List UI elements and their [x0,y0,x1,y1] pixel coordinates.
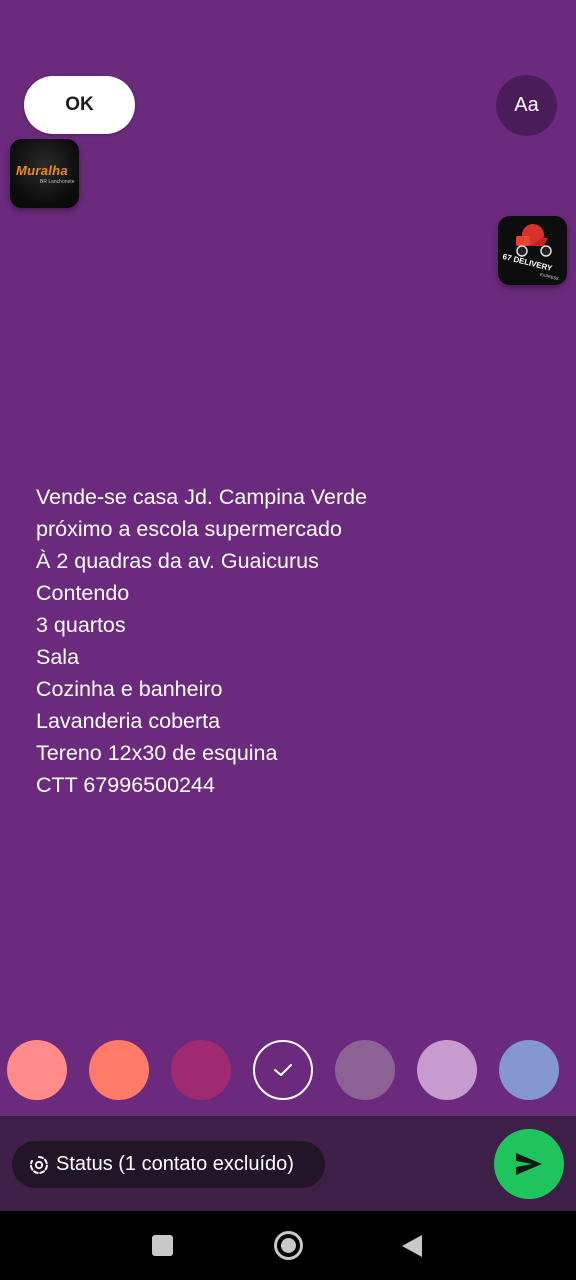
background-color-picker [0,1040,576,1102]
muralha-logo-sticker[interactable]: Muralha BR Lanchonete [10,139,79,208]
scooter-icon [516,224,552,257]
message-line: Lavanderia coberta [36,709,221,733]
color-swatch-2[interactable] [89,1040,149,1100]
square-icon[interactable] [152,1235,173,1256]
muralha-logo-text: Muralha [16,163,68,178]
triangle-back-icon[interactable] [400,1233,424,1259]
send-arrow-icon [516,1153,542,1175]
message-line: CTT 67996500244 [36,773,215,797]
message-line: Vende-se casa Jd. Campina Verde [36,485,368,509]
ok-button[interactable]: OK [24,76,135,134]
bottom-bar: Status (1 contato excluído) [0,1116,576,1211]
color-swatch-7[interactable] [499,1040,559,1100]
message-line: Cozinha e banheiro [36,677,223,701]
status-ring-icon [28,1154,50,1176]
system-navigation-bar [0,1211,576,1280]
color-swatch-5[interactable] [335,1040,395,1100]
status-text-message[interactable]: Vende-se casa Jd. Campina Verde próximo … [36,481,546,801]
checkmark-icon [274,1064,292,1076]
message-line: À 2 quadras da av. Guaicurus [36,549,319,573]
delivery-logo-subtext: EXPRESS [539,271,560,282]
color-swatch-3[interactable] [171,1040,231,1100]
delivery-logo-sticker[interactable]: 67 DELIVERY EXPRESS [498,216,567,285]
message-line: próximo a escola supermercado [36,517,342,541]
color-swatch-6[interactable] [417,1040,477,1100]
circle-home-icon[interactable] [273,1230,304,1261]
muralha-logo-subtext: BR Lanchonete [40,179,75,185]
status-privacy-button[interactable]: Status (1 contato excluído) [12,1141,325,1188]
font-style-button[interactable]: Aa [496,75,557,136]
message-line: Tereno 12x30 de esquina [36,741,278,765]
color-swatch-4[interactable] [253,1040,313,1100]
color-swatch-1[interactable] [7,1040,67,1100]
message-line: Contendo [36,581,130,605]
send-button[interactable] [494,1129,564,1199]
message-line: 3 quartos [36,613,126,637]
status-privacy-label: Status (1 contato excluído) [56,1153,294,1175]
message-line: Sala [36,645,80,669]
